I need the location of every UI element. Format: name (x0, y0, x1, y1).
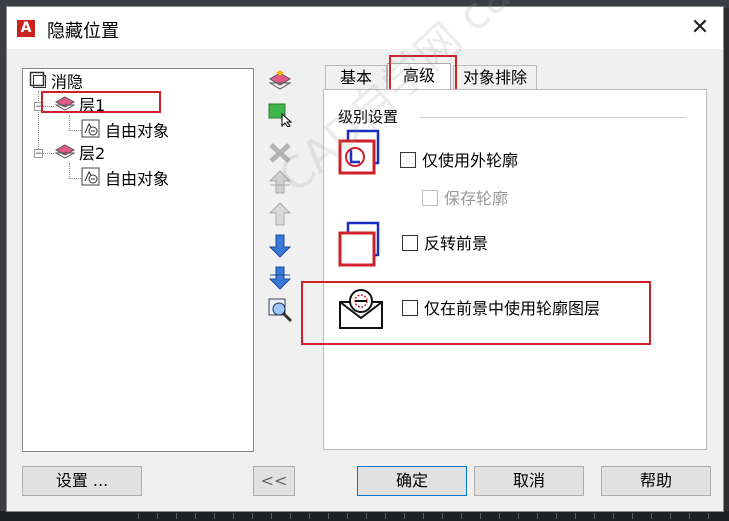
zoom-preview-button[interactable] (267, 297, 293, 323)
reverse-foreground-checkbox[interactable] (402, 234, 418, 251)
keep-contour-checkbox[interactable] (422, 189, 438, 206)
select-objects-button[interactable] (267, 101, 293, 128)
tree-item-layer2-label: 层2 (79, 144, 106, 163)
move-down-button[interactable] (267, 233, 293, 259)
contour-layer-checkbox[interactable] (402, 299, 418, 316)
tree-item-layer2[interactable]: 层2 (54, 143, 106, 166)
keep-contour-label: 保存轮廓 (444, 189, 509, 208)
tree-item-free-objects-2[interactable]: 自由对象 (81, 167, 169, 189)
tab-object-exclusion[interactable]: 对象排除 (453, 65, 537, 89)
tab-basic[interactable]: 基本 (325, 65, 387, 89)
tree-item-layer1[interactable]: 层1 (54, 95, 106, 118)
outer-contour-checkbox[interactable] (400, 151, 416, 168)
free-object-icon (81, 119, 101, 145)
contour-layer-icon (336, 286, 386, 338)
advanced-tab-page: 级别设置 仅使用外轮廓 保存轮廓 反转前景 仅在前景中使用轮廓图层 (323, 89, 707, 450)
layer-icon (54, 95, 76, 118)
move-up-icon[interactable] (267, 201, 293, 227)
level-settings-label: 级别设置 (338, 108, 399, 126)
reverse-foreground-option[interactable]: 反转前景 (402, 233, 488, 255)
settings-button[interactable]: 设置 ... (22, 466, 142, 496)
hide-tree[interactable]: 消隐 − 层1 自由对象 − 层2 自由对象 (22, 68, 254, 452)
delete-icon[interactable] (267, 139, 293, 165)
cancel-button[interactable]: 取消 (474, 466, 584, 496)
reverse-foreground-icon (338, 220, 382, 272)
tab-advanced[interactable]: 高级 (387, 63, 451, 90)
ok-button[interactable]: 确定 (357, 466, 467, 496)
tree-item-free-objects-1[interactable]: 自由对象 (81, 119, 169, 141)
tree-item-free-objects-1-label: 自由对象 (105, 121, 170, 141)
outer-contour-icon (338, 128, 382, 180)
help-button[interactable]: 帮助 (601, 466, 711, 496)
hide-root-icon (29, 71, 47, 95)
layer-icon (54, 143, 76, 166)
outer-contour-option[interactable]: 仅使用外轮廓 (400, 150, 518, 172)
tree-root-item[interactable]: 消隐 (29, 71, 83, 93)
contour-layer-label: 仅在前景中使用轮廓图层 (424, 299, 601, 318)
contour-layer-option[interactable]: 仅在前景中使用轮廓图层 (402, 298, 600, 320)
keep-contour-option[interactable]: 保存轮廓 (422, 188, 508, 210)
add-layer-button[interactable] (267, 69, 293, 95)
reverse-foreground-label: 反转前景 (424, 234, 489, 253)
free-object-icon (81, 167, 101, 193)
move-to-bottom-button[interactable] (267, 265, 293, 291)
autocad-logo-icon: A (17, 20, 35, 37)
outer-contour-label: 仅使用外轮廓 (422, 151, 519, 170)
tree-item-layer1-label: 层1 (79, 96, 106, 115)
title-bar: A 隐藏位置 ✕ (7, 7, 723, 49)
close-button[interactable]: ✕ (687, 15, 713, 41)
expand-toggle-layer2[interactable]: − (34, 149, 43, 159)
expand-toggle-layer1[interactable]: − (34, 102, 43, 112)
collapse-button[interactable]: << (253, 466, 295, 496)
dialog-title: 隐藏位置 (47, 21, 119, 42)
tree-item-free-objects-2-label: 自由对象 (105, 169, 170, 189)
tree-root-label: 消隐 (51, 72, 84, 92)
move-to-top-icon[interactable] (267, 169, 293, 195)
background-bottom (0, 511, 729, 521)
hide-position-dialog: A 隐藏位置 ✕ 消隐 − 层1 自由对象 − 层2 自由对象 基本 高级 对象… (6, 0, 724, 512)
